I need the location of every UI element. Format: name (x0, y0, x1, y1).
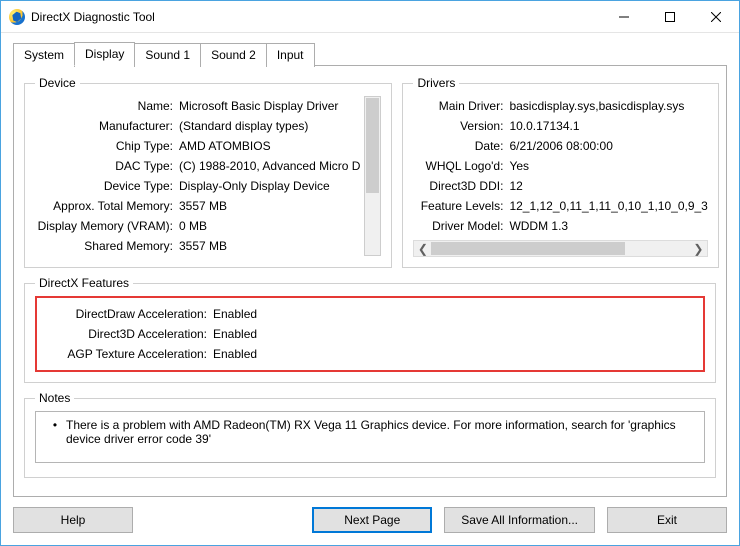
device-label: Manufacturer: (35, 119, 179, 133)
notes-group: Notes • There is a problem with AMD Rade… (24, 391, 716, 478)
close-button[interactable] (693, 1, 739, 33)
driver-value: 12_1,12_0,11_1,11_0,10_1,10_0,9_3 (509, 199, 707, 213)
bullet-icon: • (44, 418, 66, 456)
tab-sound-1[interactable]: Sound 1 (134, 43, 201, 67)
window-frame: DirectX Diagnostic Tool System Display S… (0, 0, 740, 546)
device-value: 3557 MB (179, 239, 360, 253)
device-label: Chip Type: (35, 139, 179, 153)
driver-label: Version: (413, 119, 509, 133)
directx-features-group: DirectX Features DirectDraw Acceleration… (24, 276, 716, 383)
scroll-right-arrow-icon[interactable]: ❯ (690, 241, 707, 256)
window-title: DirectX Diagnostic Tool (31, 10, 155, 24)
notes-group-title: Notes (35, 391, 74, 405)
device-group-title: Device (35, 76, 80, 90)
dx-feature-value: Enabled (213, 347, 699, 361)
tab-system[interactable]: System (13, 43, 75, 67)
drivers-group-title: Drivers (413, 76, 459, 90)
close-icon (711, 12, 721, 22)
device-label: Name: (35, 99, 179, 113)
drivers-horizontal-scrollbar[interactable]: ❮ ❯ (413, 240, 707, 257)
dx-feature-label: Direct3D Acceleration: (41, 327, 213, 341)
device-group: Device Name:Microsoft Basic Display Driv… (24, 76, 392, 268)
driver-value: Yes (509, 159, 707, 173)
next-page-button[interactable]: Next Page (312, 507, 432, 533)
drivers-group: Drivers Main Driver:basicdisplay.sys,bas… (402, 76, 718, 268)
device-vertical-scrollbar[interactable] (364, 96, 381, 256)
save-all-information-button[interactable]: Save All Information... (444, 507, 595, 533)
driver-value: 12 (509, 179, 707, 193)
client-area: System Display Sound 1 Sound 2 Input Dev… (1, 33, 739, 545)
tab-sound-2[interactable]: Sound 2 (200, 43, 267, 67)
tab-display[interactable]: Display (74, 42, 135, 66)
app-icon (9, 9, 25, 25)
scrollbar-track[interactable] (431, 241, 689, 256)
device-value: 3557 MB (179, 199, 360, 213)
scrollbar-thumb[interactable] (431, 242, 625, 255)
device-value: Microsoft Basic Display Driver (179, 99, 360, 113)
driver-label: Date: (413, 139, 509, 153)
driver-label: Driver Model: (413, 219, 509, 233)
device-value: Display-Only Display Device (179, 179, 360, 193)
device-label: Device Type: (35, 179, 179, 193)
help-button[interactable]: Help (13, 507, 133, 533)
notes-text: There is a problem with AMD Radeon(TM) R… (66, 418, 696, 456)
titlebar[interactable]: DirectX Diagnostic Tool (1, 1, 739, 33)
driver-label: Direct3D DDI: (413, 179, 509, 193)
driver-label: Main Driver: (413, 99, 509, 113)
driver-value: WDDM 1.3 (509, 219, 707, 233)
device-label: DAC Type: (35, 159, 179, 173)
device-info-list: Name:Microsoft Basic Display Driver Manu… (35, 96, 360, 256)
driver-value: basicdisplay.sys,basicdisplay.sys (509, 99, 707, 113)
scroll-left-arrow-icon[interactable]: ❮ (414, 241, 431, 256)
directx-features-highlight: DirectDraw Acceleration:Enabled Direct3D… (35, 296, 705, 372)
directx-features-title: DirectX Features (35, 276, 133, 290)
dx-feature-label: DirectDraw Acceleration: (41, 307, 213, 321)
dx-feature-value: Enabled (213, 307, 699, 321)
device-label: Approx. Total Memory: (35, 199, 179, 213)
driver-value: 6/21/2006 08:00:00 (509, 139, 707, 153)
button-bar: Help Next Page Save All Information... E… (13, 497, 727, 533)
tab-strip: System Display Sound 1 Sound 2 Input (13, 41, 727, 65)
maximize-icon (665, 12, 675, 22)
device-label: Shared Memory: (35, 239, 179, 253)
device-value: 0 MB (179, 219, 360, 233)
tab-panel-display: Device Name:Microsoft Basic Display Driv… (13, 65, 727, 497)
exit-button[interactable]: Exit (607, 507, 727, 533)
tab-input[interactable]: Input (266, 43, 315, 67)
notes-text-area[interactable]: • There is a problem with AMD Radeon(TM)… (35, 411, 705, 463)
drivers-info-list: Main Driver:basicdisplay.sys,basicdispla… (413, 96, 707, 236)
minimize-icon (619, 12, 629, 22)
device-value: AMD ATOMBIOS (179, 139, 360, 153)
device-label: Display Memory (VRAM): (35, 219, 179, 233)
driver-value: 10.0.17134.1 (509, 119, 707, 133)
minimize-button[interactable] (601, 1, 647, 33)
dx-feature-value: Enabled (213, 327, 699, 341)
device-value: (C) 1988-2010, Advanced Micro D (179, 159, 360, 173)
maximize-button[interactable] (647, 1, 693, 33)
driver-label: Feature Levels: (413, 199, 509, 213)
dx-feature-label: AGP Texture Acceleration: (41, 347, 213, 361)
device-value: (Standard display types) (179, 119, 360, 133)
driver-label: WHQL Logo'd: (413, 159, 509, 173)
scrollbar-thumb[interactable] (366, 98, 379, 193)
